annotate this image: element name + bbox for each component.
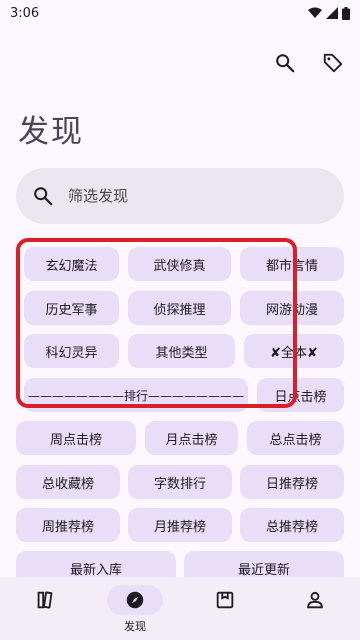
chip-quanben[interactable]: ✘全本✘: [244, 334, 344, 368]
search-icon: [34, 187, 53, 206]
nav-rss[interactable]: [180, 577, 270, 615]
chip-xuanhuan[interactable]: 玄幻魔法: [24, 247, 119, 281]
search-bar[interactable]: [16, 168, 344, 224]
chip-total-recommend[interactable]: 总推荐榜: [240, 508, 344, 542]
chip-weekly-clicks[interactable]: 周点击榜: [16, 421, 136, 455]
chip-total-favorites[interactable]: 总收藏榜: [16, 465, 120, 499]
search-input[interactable]: [68, 187, 308, 205]
chip-weekly-recommend[interactable]: 周推荐榜: [16, 508, 120, 542]
nav-pill: [287, 585, 343, 615]
status-bar: 3:06: [0, 0, 360, 26]
chip-daily-clicks[interactable]: 日点击榜: [257, 378, 344, 412]
battery-icon: [342, 6, 350, 20]
chip-zhentan[interactable]: 侦探推理: [128, 291, 231, 325]
nav-pill: [17, 585, 73, 615]
nav-profile[interactable]: [270, 577, 360, 615]
chip-qita[interactable]: 其他类型: [128, 334, 235, 368]
chip-kehuan[interactable]: 科幻灵异: [24, 334, 119, 368]
nav-pill-active: [107, 585, 163, 615]
nav-label-discover: 发现: [124, 620, 146, 633]
search-icon: [276, 54, 295, 73]
status-time: 3:06: [10, 5, 40, 21]
page-title: 发现: [18, 114, 84, 150]
chip-monthly-recommend[interactable]: 月推荐榜: [128, 508, 232, 542]
chip-lishi[interactable]: 历史军事: [24, 291, 119, 325]
status-icons: [308, 6, 350, 20]
chip-wuxia[interactable]: 武侠修真: [128, 247, 231, 281]
chip-ranking-divider[interactable]: ————————排行————————: [24, 378, 248, 412]
chip-dushi[interactable]: 都市言情: [240, 247, 344, 281]
chip-wangyou[interactable]: 网游动漫: [240, 291, 344, 325]
bottom-nav: 发现: [0, 577, 360, 640]
chip-word-count[interactable]: 字数排行: [128, 465, 232, 499]
tag-button[interactable]: [320, 50, 346, 76]
cell-signal-icon: [326, 7, 338, 19]
compass-icon: [126, 591, 144, 609]
nav-bookshelf[interactable]: [0, 577, 90, 615]
bookshelf-icon: [37, 591, 53, 609]
chip-monthly-clicks[interactable]: 月点击榜: [145, 421, 238, 455]
nav-discover[interactable]: 发现: [90, 577, 180, 634]
tag-icon: [323, 53, 343, 73]
nav-pill: [197, 585, 253, 615]
chip-daily-recommend[interactable]: 日推荐榜: [240, 465, 344, 499]
wifi-icon: [308, 7, 322, 18]
category-chips: 玄幻魔法 武侠修真 都市言情 历史军事 侦探推理 网游动漫 科幻灵异 其他类型 …: [0, 0, 360, 640]
person-icon: [307, 591, 323, 609]
chip-total-clicks[interactable]: 总点击榜: [247, 421, 344, 455]
search-button[interactable]: [272, 50, 298, 76]
top-actions: [272, 50, 346, 76]
rss-icon: [216, 591, 234, 609]
